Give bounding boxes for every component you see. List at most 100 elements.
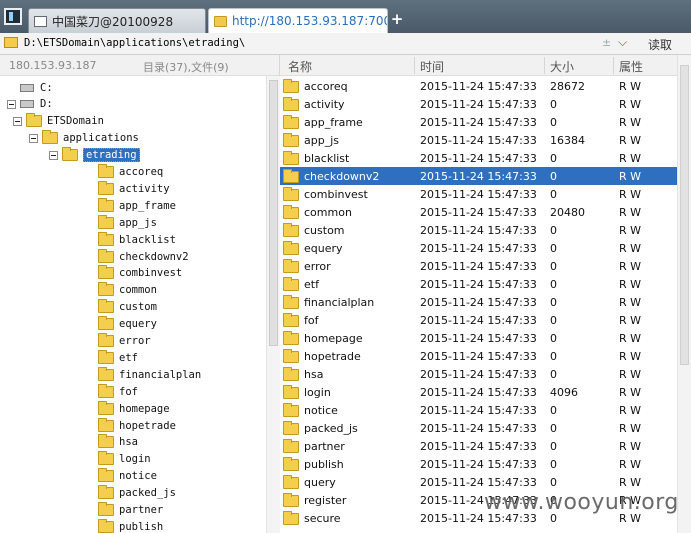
collapse-toggle-icon[interactable] <box>29 133 38 143</box>
tree-item-login[interactable]: login <box>98 451 151 468</box>
directory-tree-panel: 180.153.93.187 目录(37),文件(9) C: D: ETSDomai… <box>0 55 280 533</box>
tab-caidao[interactable]: 中国菜刀@20100928 <box>28 8 206 33</box>
file-row[interactable]: combinvest 2015-11-24 15:47:33 0 R W <box>280 185 677 203</box>
tree-item-label: equery <box>119 318 157 331</box>
file-name: common <box>304 206 352 219</box>
folder-icon <box>26 113 42 128</box>
read-button[interactable]: 读取 <box>648 36 672 53</box>
tree-item-homepage[interactable]: homepage <box>98 400 170 417</box>
file-row[interactable]: app_frame 2015-11-24 15:47:33 0 R W <box>280 113 677 131</box>
tree-item-applications[interactable]: applications <box>29 130 139 147</box>
file-row[interactable]: accoreq 2015-11-24 15:47:33 28672 R W <box>280 77 677 95</box>
tree-item-publish[interactable]: publish <box>98 518 163 533</box>
file-row[interactable]: query 2015-11-24 15:47:33 0 R W <box>280 473 677 491</box>
file-row[interactable]: error 2015-11-24 15:47:33 0 R W <box>280 257 677 275</box>
history-dropdown-icon[interactable]: ± <box>602 36 611 49</box>
tree-item-financialplan[interactable]: financialplan <box>98 366 201 383</box>
folder-icon <box>283 241 299 255</box>
file-time: 2015-11-24 15:47:33 <box>420 386 537 399</box>
file-row[interactable]: login 2015-11-24 15:47:33 4096 R W <box>280 383 677 401</box>
tree-item-hopetrade[interactable]: hopetrade <box>98 417 176 434</box>
tree-item-app_js[interactable]: app_js <box>98 214 157 231</box>
collapse-toggle-icon[interactable] <box>49 150 58 160</box>
tree-item-error[interactable]: error <box>98 333 151 350</box>
tree-item-combinvest[interactable]: combinvest <box>98 265 182 282</box>
file-row[interactable]: activity 2015-11-24 15:47:33 0 R W <box>280 95 677 113</box>
column-divider[interactable] <box>613 57 614 74</box>
tree-item-notice[interactable]: notice <box>98 468 157 485</box>
tree-item-c[interactable]: C: <box>20 79 53 96</box>
file-row[interactable]: etf 2015-11-24 15:47:33 0 R W <box>280 275 677 293</box>
collapse-toggle-icon[interactable] <box>7 99 16 109</box>
file-size: 0 <box>550 278 557 291</box>
file-time: 2015-11-24 15:47:33 <box>420 422 537 435</box>
folder-icon <box>283 277 299 291</box>
file-size: 0 <box>550 332 557 345</box>
file-row[interactable]: custom 2015-11-24 15:47:33 0 R W <box>280 221 677 239</box>
tree-item-packed_js[interactable]: packed_js <box>98 485 176 502</box>
tree-item-etsdomain[interactable]: ETSDomain <box>13 113 104 130</box>
file-size: 4096 <box>550 386 578 399</box>
new-tab-button[interactable]: + <box>389 9 405 29</box>
file-row[interactable]: blacklist 2015-11-24 15:47:33 0 R W <box>280 149 677 167</box>
folder-icon <box>283 511 299 525</box>
tree-item-activity[interactable]: activity <box>98 180 170 197</box>
tree-item-custom[interactable]: custom <box>98 299 157 316</box>
collapse-toggle-icon[interactable] <box>13 116 22 126</box>
app-window-icon[interactable] <box>4 8 22 25</box>
tree-item-common[interactable]: common <box>98 282 157 299</box>
file-row[interactable]: packed_js 2015-11-24 15:47:33 0 R W <box>280 419 677 437</box>
tree-item-partner[interactable]: partner <box>98 502 163 519</box>
file-attr: R W <box>619 278 642 291</box>
file-row[interactable]: hsa 2015-11-24 15:47:33 0 R W <box>280 365 677 383</box>
column-time[interactable]: 时间 <box>420 58 444 75</box>
file-row[interactable]: equery 2015-11-24 15:47:33 0 R W <box>280 239 677 257</box>
file-list-scrollbar-thumb[interactable] <box>680 65 689 365</box>
folder-icon <box>98 485 114 500</box>
tree-item-d[interactable]: D: <box>7 96 53 113</box>
file-size: 0 <box>550 458 557 471</box>
tree-item-hsa[interactable]: hsa <box>98 434 138 451</box>
tree-item-blacklist[interactable]: blacklist <box>98 231 176 248</box>
file-name: blacklist <box>304 152 350 165</box>
tree-item-etrading[interactable]: etrading <box>49 147 140 164</box>
file-row[interactable]: fof 2015-11-24 15:47:33 0 R W <box>280 311 677 329</box>
tree-item-equery[interactable]: equery <box>98 316 157 333</box>
file-row[interactable]: financialplan 2015-11-24 15:47:33 0 R W <box>280 293 677 311</box>
tree-item-label: activity <box>119 182 170 195</box>
tree-item-etf[interactable]: etf <box>98 349 138 366</box>
file-size: 0 <box>550 260 557 273</box>
tree-item-label: homepage <box>119 402 170 415</box>
file-row[interactable]: hopetrade 2015-11-24 15:47:33 0 R W <box>280 347 677 365</box>
file-time: 2015-11-24 15:47:33 <box>420 188 537 201</box>
tree-item-app_frame[interactable]: app_frame <box>98 197 176 214</box>
file-list-scrollbar[interactable] <box>677 55 691 533</box>
file-row[interactable]: common 2015-11-24 15:47:33 20480 R W <box>280 203 677 221</box>
path-input[interactable]: D:\ETSDomain\applications\etrading\ <box>24 37 245 49</box>
file-row[interactable]: checkdownv2 2015-11-24 15:47:33 0 R W <box>280 167 677 185</box>
tab-file-manager[interactable]: http://180.153.93.187:7001/... <box>208 8 388 33</box>
tree-item-label: packed_js <box>119 487 176 500</box>
column-divider[interactable] <box>544 57 545 74</box>
column-size[interactable]: 大小 <box>550 58 574 75</box>
file-row[interactable]: notice 2015-11-24 15:47:33 0 R W <box>280 401 677 419</box>
file-time: 2015-11-24 15:47:33 <box>420 116 537 129</box>
folder-icon <box>98 468 114 483</box>
chevron-down-icon[interactable]: ⌵ <box>618 35 627 50</box>
folder-icon <box>98 197 114 212</box>
column-divider[interactable] <box>414 57 415 74</box>
tree-item-accoreq[interactable]: accoreq <box>98 164 163 181</box>
tree-item-checkdownv2[interactable]: checkdownv2 <box>98 248 189 265</box>
tree-scrollbar[interactable] <box>266 76 280 533</box>
file-row[interactable]: app_js 2015-11-24 15:47:33 16384 R W <box>280 131 677 149</box>
column-name[interactable]: 名称 <box>288 58 312 75</box>
folder-icon <box>98 434 114 449</box>
file-name: publish <box>304 458 344 471</box>
tree-scrollbar-thumb[interactable] <box>269 80 278 346</box>
file-row[interactable]: publish 2015-11-24 15:47:33 0 R W <box>280 455 677 473</box>
file-row[interactable]: partner 2015-11-24 15:47:33 0 R W <box>280 437 677 455</box>
tree-item-label: combinvest <box>119 267 183 280</box>
file-row[interactable]: homepage 2015-11-24 15:47:33 0 R W <box>280 329 677 347</box>
column-attr[interactable]: 属性 <box>619 58 643 75</box>
tree-item-fof[interactable]: fof <box>98 383 138 400</box>
